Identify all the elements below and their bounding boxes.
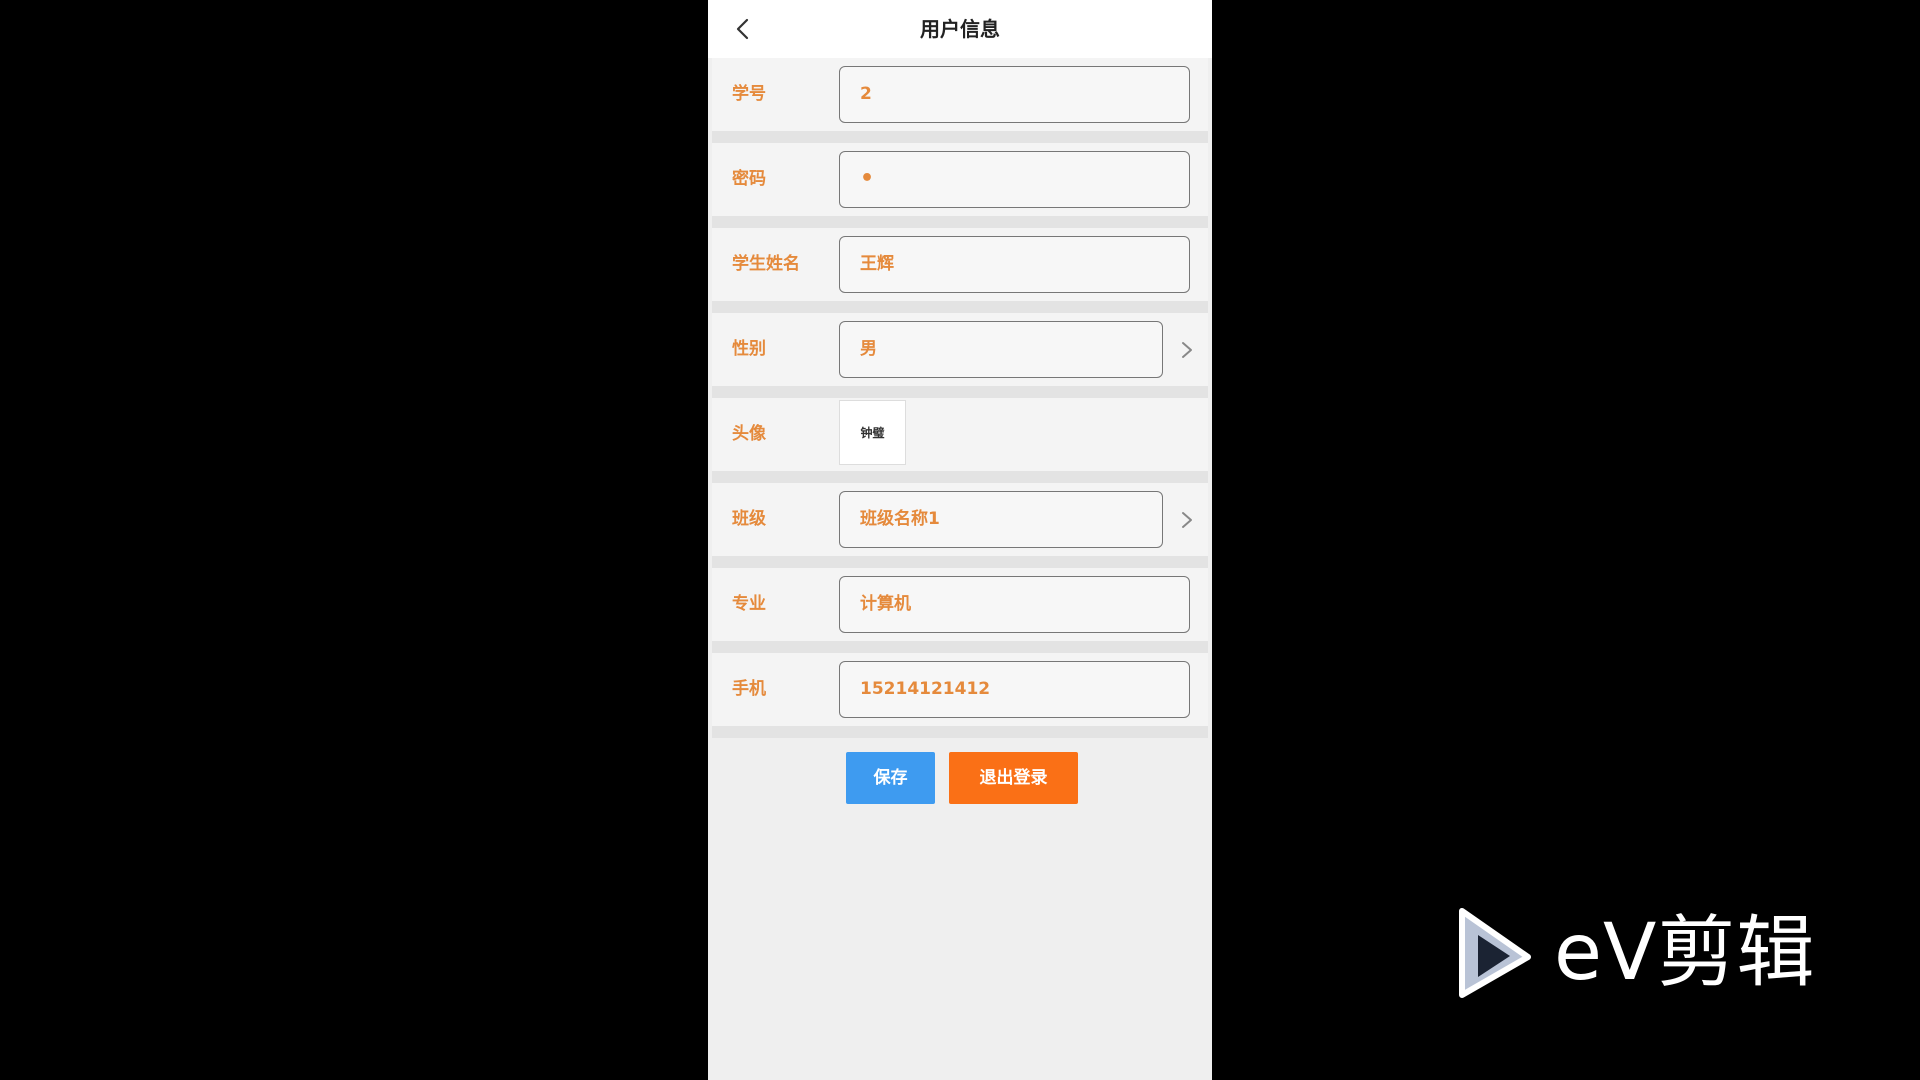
- avatar-image-text: 钟璧: [860, 426, 885, 440]
- row-phone: 手机 15214121412: [712, 653, 1208, 738]
- row-student-id: 学号 2: [712, 58, 1208, 143]
- row-student-name: 学生姓名 王辉: [712, 228, 1208, 313]
- gender-select[interactable]: 男: [839, 321, 1163, 378]
- class-label: 班级: [732, 509, 766, 529]
- password-label: 密码: [732, 169, 766, 189]
- student-name-input[interactable]: 王辉: [839, 236, 1190, 293]
- user-info-form: 学号 2 密码 • 学生姓名 王辉 性别 男 头像 钟璧 班级 班级名称1 专业…: [712, 58, 1208, 738]
- phone-screen: 用户信息 学号 2 密码 • 学生姓名 王辉 性别 男 头像 钟璧 班级 班级名…: [708, 0, 1212, 1080]
- row-major: 专业 计算机: [712, 568, 1208, 653]
- gender-label: 性别: [732, 339, 766, 359]
- phone-input[interactable]: 15214121412: [839, 661, 1190, 718]
- save-button[interactable]: 保存: [846, 752, 935, 804]
- chevron-right-icon[interactable]: [1176, 508, 1198, 532]
- chevron-right-icon[interactable]: [1176, 338, 1198, 362]
- logout-button[interactable]: 退出登录: [949, 752, 1078, 804]
- header-bar: 用户信息: [708, 0, 1212, 58]
- password-input[interactable]: •: [839, 151, 1190, 208]
- row-password: 密码 •: [712, 143, 1208, 228]
- row-avatar: 头像 钟璧: [712, 398, 1208, 483]
- phone-label: 手机: [732, 679, 766, 699]
- play-logo-icon: [1459, 908, 1531, 998]
- student-id-input[interactable]: 2: [839, 66, 1190, 123]
- class-select[interactable]: 班级名称1: [839, 491, 1163, 548]
- avatar-image[interactable]: 钟璧: [839, 400, 906, 465]
- screen: 用户信息 学号 2 密码 • 学生姓名 王辉 性别 男 头像 钟璧 班级 班级名…: [0, 0, 1920, 1080]
- major-label: 专业: [732, 594, 766, 614]
- action-buttons: 保存 退出登录: [708, 752, 1212, 804]
- page-title: 用户信息: [920, 17, 1000, 41]
- row-class: 班级 班级名称1: [712, 483, 1208, 568]
- student-name-label: 学生姓名: [732, 254, 800, 274]
- row-gender: 性别 男: [712, 313, 1208, 398]
- watermark: eV剪辑: [1448, 903, 1828, 1003]
- student-id-label: 学号: [732, 84, 766, 104]
- watermark-text: eV剪辑: [1554, 908, 1816, 998]
- major-input[interactable]: 计算机: [839, 576, 1190, 633]
- avatar-label: 头像: [732, 424, 766, 444]
